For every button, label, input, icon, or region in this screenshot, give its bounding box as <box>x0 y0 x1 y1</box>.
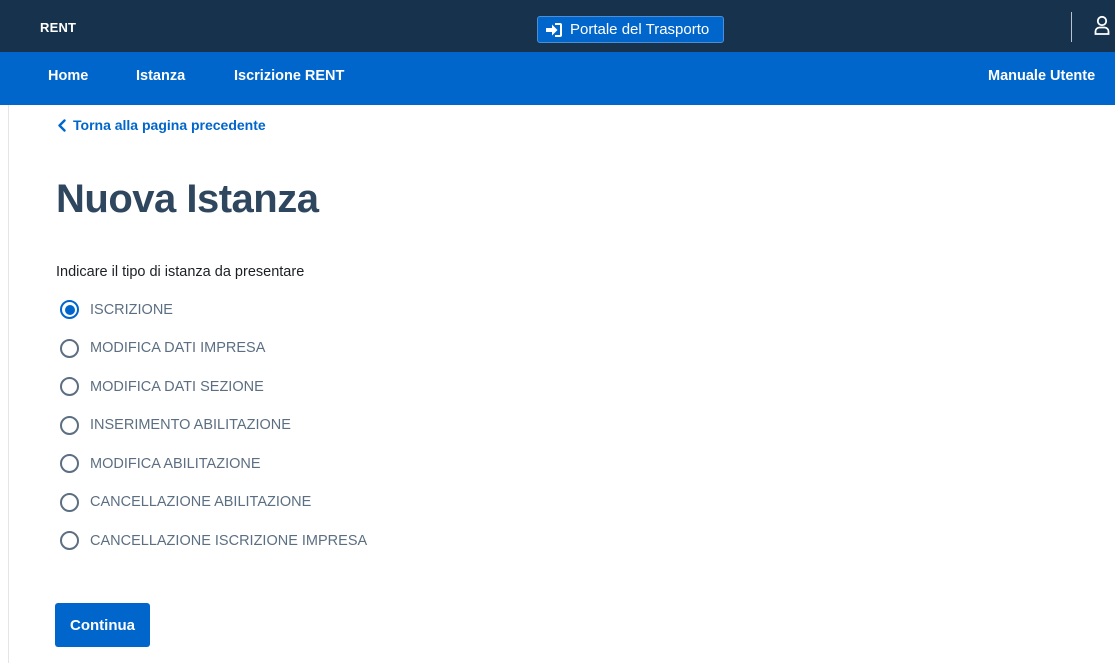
radio-button[interactable] <box>60 454 79 473</box>
nav-item-manuale-utente[interactable]: Manuale Utente <box>988 68 1095 84</box>
brand-label: RENT <box>40 20 77 35</box>
main-nav-bar: Home Istanza Iscrizione RENT Manuale Ute… <box>0 52 1115 105</box>
top-header-bar: RENT Portale del Trasporto <box>0 0 1115 52</box>
radio-button[interactable] <box>60 531 79 550</box>
user-icon[interactable] <box>1094 15 1110 35</box>
page-title: Nuova Istanza <box>56 177 319 221</box>
radio-label: MODIFICA ABILITAZIONE <box>90 455 261 472</box>
radio-label: CANCELLAZIONE ISCRIZIONE IMPRESA <box>90 532 368 549</box>
radio-option-modifica-dati-impresa[interactable]: MODIFICA DATI IMPRESA <box>60 338 367 358</box>
header-divider <box>1071 12 1072 42</box>
portal-trasporto-label: Portale del Trasporto <box>570 21 710 38</box>
radio-label: ISCRIZIONE <box>90 301 173 318</box>
question-label: Indicare il tipo di istanza da presentar… <box>56 264 305 280</box>
nav-item-iscrizione-rent[interactable]: Iscrizione RENT <box>234 68 344 84</box>
radio-label: MODIFICA DATI SEZIONE <box>90 378 264 395</box>
radio-button[interactable] <box>60 492 79 512</box>
radio-option-modifica-abilitazione[interactable]: MODIFICA ABILITAZIONE <box>60 454 367 473</box>
radio-option-iscrizione[interactable]: ISCRIZIONE <box>60 300 367 319</box>
radio-option-inserimento-abilitazione[interactable]: INSERIMENTO ABILITAZIONE <box>60 415 367 435</box>
left-rule <box>8 105 9 663</box>
back-link-label: Torna alla pagina precedente <box>73 117 266 133</box>
radio-option-modifica-dati-sezione[interactable]: MODIFICA DATI SEZIONE <box>60 377 367 396</box>
radio-label: MODIFICA DATI IMPRESA <box>90 340 266 356</box>
page: RENT Portale del Trasporto Home Istanza … <box>0 0 1115 663</box>
nav-item-istanza[interactable]: Istanza <box>136 68 185 84</box>
nav-item-home[interactable]: Home <box>48 68 88 84</box>
continue-button[interactable]: Continua <box>55 603 150 647</box>
radio-option-cancellazione-iscrizione-impresa[interactable]: CANCELLAZIONE ISCRIZIONE IMPRESA <box>60 531 367 550</box>
radio-button[interactable] <box>60 338 79 358</box>
radio-button-checked[interactable] <box>60 300 79 319</box>
sign-in-icon <box>546 22 562 37</box>
radio-button[interactable] <box>60 415 79 435</box>
portal-trasporto-button[interactable]: Portale del Trasporto <box>537 16 724 43</box>
radio-button[interactable] <box>60 377 79 396</box>
radio-label: INSERIMENTO ABILITAZIONE <box>90 417 291 433</box>
radio-option-cancellazione-abilitazione[interactable]: CANCELLAZIONE ABILITAZIONE <box>60 492 367 512</box>
radio-label: CANCELLAZIONE ABILITAZIONE <box>90 494 312 510</box>
back-link[interactable]: Torna alla pagina precedente <box>57 117 266 133</box>
chevron-left-icon <box>58 118 66 132</box>
istanza-type-radio-group: ISCRIZIONE MODIFICA DATI IMPRESA MODIFIC… <box>60 300 367 570</box>
